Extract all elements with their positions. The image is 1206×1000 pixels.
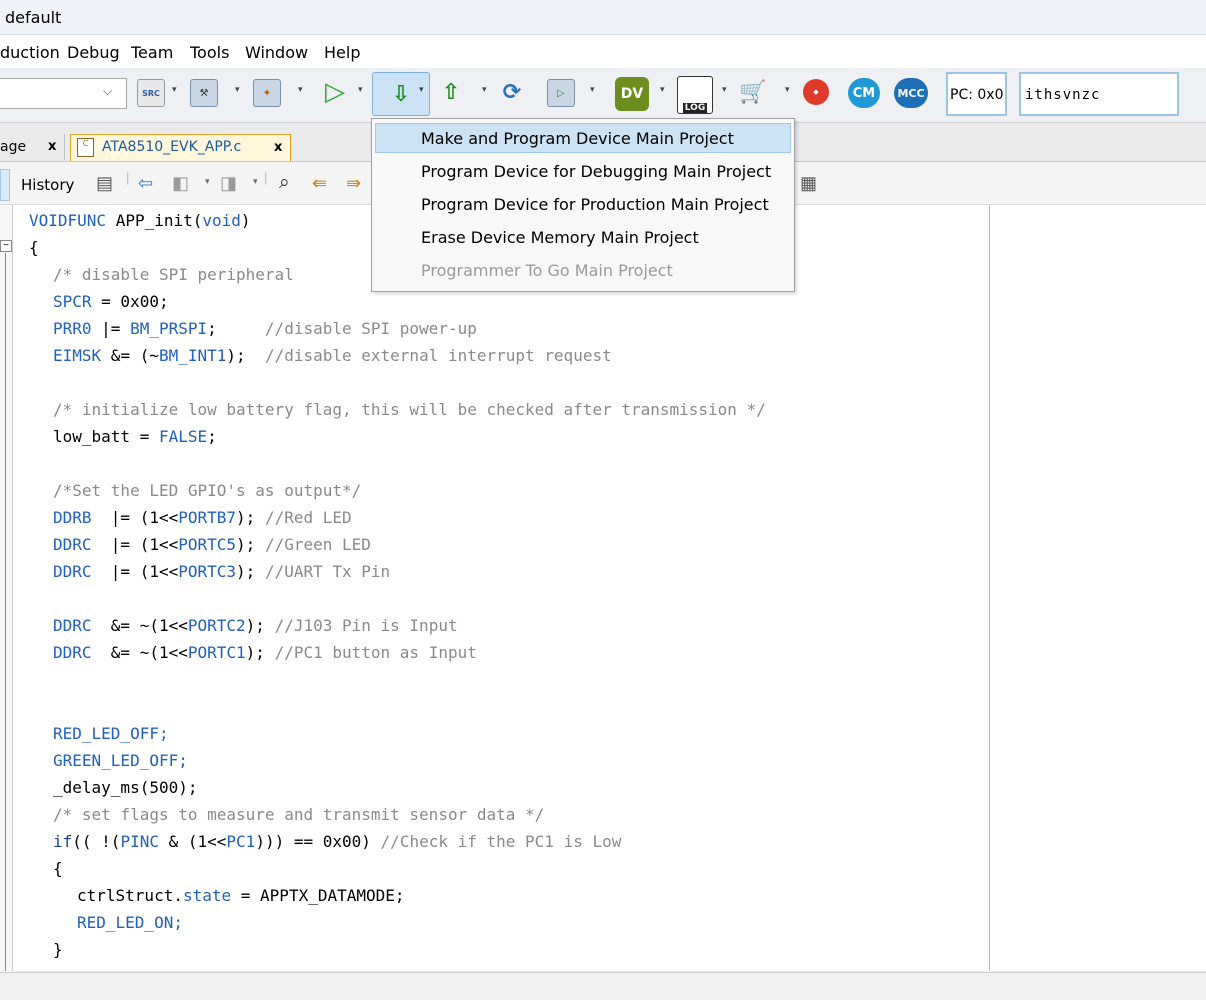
code-line-13: DDRC &= ~(1<<PORTC2); //J103 Pin is Inpu… — [53, 616, 458, 635]
code-line-6: EIMSK &= (~BM_INT1); //disable external … — [53, 346, 612, 365]
upload-icon[interactable]: ⇧ — [438, 79, 464, 105]
menu-item-program-for-production[interactable]: Program Device for Production Main Proje… — [421, 195, 769, 214]
code-line-7: /* initialize low battery flag, this wil… — [53, 400, 766, 419]
cm-icon[interactable]: CM — [848, 78, 880, 108]
menu-bar: duction Debug Team Tools Window Help — [0, 35, 1206, 68]
code-line-16: GREEN_LED_OFF; — [53, 751, 188, 770]
code-line-10: DDRB |= (1<<PORTB7); //Red LED — [53, 508, 352, 527]
title-bar: default — [0, 0, 1206, 35]
back-icon[interactable]: ⇦ — [138, 173, 153, 194]
dropdown-arrow-icon[interactable]: ▾ — [298, 85, 306, 97]
code-line-1: VOIDFUNC APP_init(void) — [29, 211, 251, 230]
c-file-icon: C — [77, 138, 94, 157]
close-icon[interactable]: x — [274, 140, 282, 155]
fold-collapse-icon[interactable]: − — [0, 240, 12, 252]
close-icon[interactable]: x — [48, 139, 56, 154]
source-tab[interactable] — [0, 169, 10, 201]
find-next-icon[interactable]: ⇛ — [346, 173, 361, 194]
dropdown-arrow-icon[interactable]: ▾ — [358, 85, 366, 97]
debug-build-icon[interactable]: ▷ — [547, 79, 575, 107]
dropdown-arrow-icon[interactable]: ▾ — [253, 176, 258, 187]
menu-tools[interactable]: Tools — [190, 43, 229, 62]
code-line-11: DDRC |= (1<<PORTC5); //Green LED — [53, 535, 371, 554]
menu-window[interactable]: Window — [245, 43, 308, 62]
code-line-23: } — [53, 940, 63, 959]
dropdown-arrow-icon[interactable]: ▾ — [482, 85, 490, 97]
configuration-combo[interactable]: ⌵ — [0, 78, 127, 109]
editor-gutter — [0, 205, 13, 971]
code-line-5: PRR0 |= BM_PRSPI; //disable SPI power-up — [53, 319, 477, 338]
forward-history-icon[interactable]: ◨ — [220, 173, 237, 194]
code-line-15: RED_LED_OFF; — [53, 724, 169, 743]
back-history-icon[interactable]: ◧ — [172, 173, 189, 194]
code-line-8: low_batt = FALSE; — [53, 427, 217, 446]
clean-build-icon[interactable]: ✦ — [253, 79, 281, 107]
window-title: default — [5, 8, 62, 27]
code-line-2: { — [29, 238, 39, 257]
code-line-21: ctrlStruct.state = APPTX_DATAMODE; — [77, 886, 405, 905]
dropdown-arrow-icon[interactable]: ▾ — [660, 85, 668, 97]
dropdown-arrow-icon[interactable]: ▾ — [785, 85, 793, 97]
code-line-12: DDRC |= (1<<PORTC3); //UART Tx Pin — [53, 562, 391, 581]
menu-help[interactable]: Help — [324, 43, 360, 62]
dropdown-arrow-icon[interactable]: ▾ — [172, 85, 180, 97]
last-edit-icon[interactable]: ▤ — [96, 173, 113, 194]
tab-label: ATA8510_EVK_APP.c — [102, 139, 242, 155]
code-line-3: /* disable SPI peripheral — [53, 265, 294, 284]
menu-item-programmer-to-go: Programmer To Go Main Project — [421, 261, 673, 280]
code-line-14: DDRC &= ~(1<<PORTC1); //PC1 button as In… — [53, 643, 477, 662]
status-flags-box: ithsvnzc — [1019, 72, 1179, 116]
dv-icon[interactable]: DV — [615, 77, 649, 111]
diff-icon[interactable]: ▦ — [800, 173, 817, 194]
code-line-18: /* set flags to measure and transmit sen… — [53, 805, 545, 824]
tab-ata8510-evk-app[interactable]: C ATA8510_EVK_APP.c x — [70, 134, 291, 161]
menu-debug[interactable]: Debug — [67, 43, 120, 62]
status-bar — [0, 972, 1206, 1000]
menu-item-erase-device-memory[interactable]: Erase Device Memory Main Project — [421, 228, 699, 247]
cart-icon[interactable]: 🛒 — [739, 79, 766, 105]
pc-register-box: PC: 0x0 — [946, 72, 1007, 116]
menu-item-make-and-program[interactable]: Make and Program Device Main Project — [421, 129, 734, 148]
separator: | — [126, 170, 130, 185]
separator: | — [264, 170, 268, 185]
menu-item-program-for-debugging[interactable]: Program Device for Debugging Main Projec… — [421, 162, 771, 181]
menu-production[interactable]: duction — [0, 43, 60, 62]
chevron-down-icon: ⌵ — [103, 84, 113, 98]
run-icon[interactable]: ▷ — [322, 77, 348, 107]
code-line-20: { — [53, 859, 63, 878]
code-line-17: _delay_ms(500); — [53, 778, 198, 797]
reload-icon[interactable]: ⟳ — [499, 79, 525, 105]
history-tab[interactable]: History — [21, 176, 74, 194]
marketplace-icon[interactable]: ◆ — [803, 79, 829, 105]
tab-label: age — [0, 139, 27, 155]
code-line-9: /*Set the LED GPIO's as output*/ — [53, 481, 362, 500]
dropdown-arrow-icon[interactable]: ▾ — [590, 85, 598, 97]
fold-line — [5, 253, 6, 971]
code-line-4: SPCR = 0x00; — [53, 292, 169, 311]
src-check-icon[interactable]: SRC — [137, 79, 165, 107]
dropdown-arrow-icon[interactable]: ▾ — [419, 85, 427, 97]
build-icon[interactable]: ⚒ — [190, 79, 218, 107]
program-device-dropdown-menu: Make and Program Device Main Project Pro… — [371, 118, 795, 292]
dropdown-arrow-icon[interactable]: ▾ — [235, 85, 243, 97]
find-icon[interactable]: ⌕ — [279, 172, 290, 194]
menu-team[interactable]: Team — [131, 43, 173, 62]
code-line-19: if(( !(PINC & (1<<PC1))) == 0x00) //Chec… — [53, 832, 622, 851]
log-icon[interactable]: LOG — [677, 76, 713, 114]
find-previous-icon[interactable]: ⇚ — [312, 173, 327, 194]
dropdown-arrow-icon[interactable]: ▾ — [205, 176, 210, 187]
pc-value: PC: 0x0 — [950, 87, 1004, 103]
tab-start-page[interactable]: age x — [0, 134, 65, 160]
right-margin-line — [989, 205, 990, 971]
dropdown-arrow-icon[interactable]: ▾ — [722, 85, 730, 97]
code-line-22: RED_LED_ON; — [77, 913, 183, 932]
mcc-icon[interactable]: MCC — [894, 78, 928, 108]
status-flags: ithsvnzc — [1025, 87, 1101, 103]
